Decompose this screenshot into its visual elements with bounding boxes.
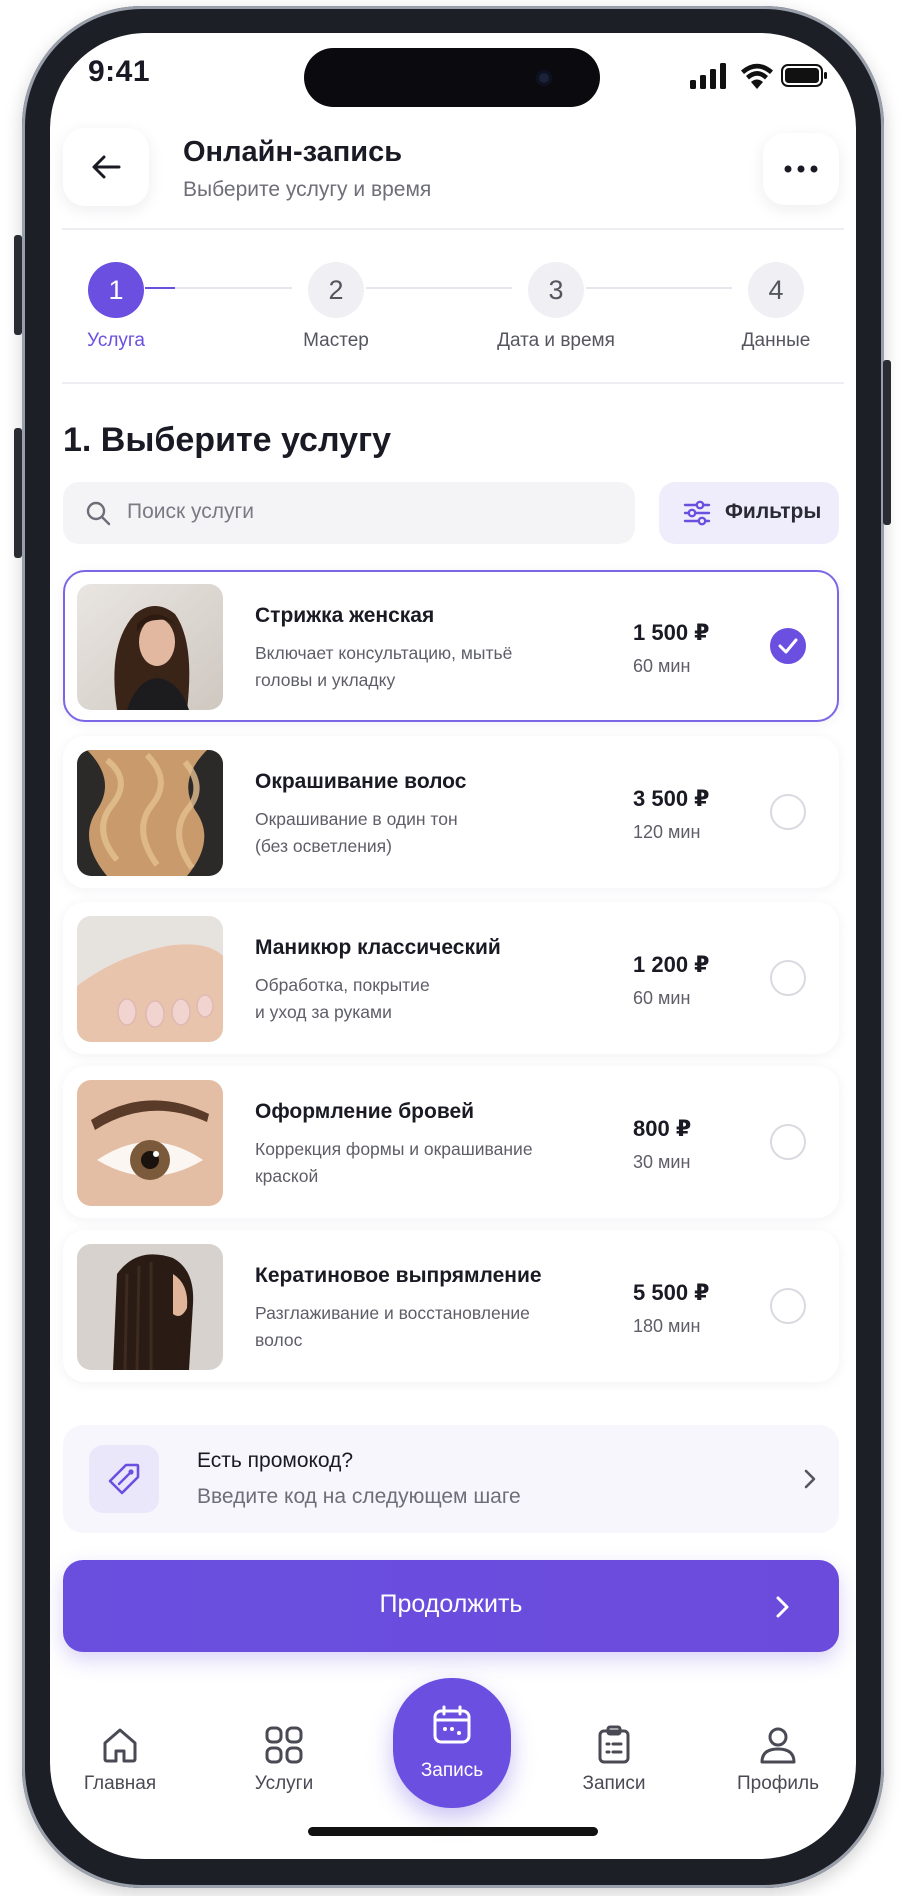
camera-icon [536,70,552,86]
service-name: Оформление бровей [255,1100,475,1123]
service-image-manicure [77,916,223,1042]
step-connector-1 [175,287,292,289]
sliders-icon [683,500,711,526]
tab-services[interactable]: Услуги [214,1713,354,1813]
step-2-label: Мастер [303,330,369,351]
search-input[interactable]: Поиск услуги [63,482,635,544]
service-price: 1 500 ₽ [633,620,710,645]
tab-home[interactable]: Главная [50,1713,190,1813]
promo-icon-box [89,1445,159,1513]
service-name: Маникюр классический [255,936,501,959]
status-time: 9:41 [88,55,151,88]
service-duration: 60 мин [633,988,691,1008]
service-description: Обработка, покрытие и уход за руками [255,975,430,1022]
calendar-icon [433,1705,471,1744]
wifi-icon [741,63,773,89]
service-duration: 120 мин [633,822,701,842]
arrow-left-icon [92,155,121,179]
step-1-label: Услуга [87,330,145,351]
tab-label: Профиль [736,1773,820,1794]
service-duration: 180 мин [633,1316,701,1336]
search-icon [86,501,111,526]
service-description: Разглаживание и восстановление волос [255,1303,530,1350]
chevron-right-icon [804,1469,816,1489]
phone-action-button [14,235,22,335]
cellular-signal-icon [690,63,726,89]
tab-label: Записи [582,1773,646,1794]
step-connector-2 [366,287,512,289]
service-image-brows [77,1080,223,1206]
service-name: Кератиновое выпрямление [255,1264,542,1287]
service-radio[interactable] [770,960,806,996]
tab-booking-active[interactable]: Запись [393,1678,511,1808]
search-placeholder: Поиск услуги [127,500,254,523]
home-icon [103,1728,137,1763]
service-price: 800 ₽ [633,1116,692,1141]
service-radio[interactable] [770,794,806,830]
check-icon [778,638,798,654]
step-4-label: Данные [741,330,811,351]
phone-volume-up-button [14,428,22,558]
service-duration: 60 мин [633,656,691,676]
tab-label: Услуги [254,1773,314,1794]
step-3-circle[interactable]: 3 [528,262,584,318]
page-title: Онлайн-запись [183,136,403,168]
stepper-divider [62,382,844,384]
user-icon [760,1727,796,1764]
service-card-keratin[interactable]: Кератиновое выпрямление Разглаживание и … [63,1230,839,1382]
service-card-manicure[interactable]: Маникюр классический Обработка, покрытие… [63,902,839,1054]
promo-subtitle: Введите код на следующем шаге [197,1485,521,1508]
service-price: 1 200 ₽ [633,952,710,977]
page-subtitle: Выберите услугу и время [183,178,432,201]
clipboard-icon [598,1725,630,1764]
step-3-label: Дата и время [497,330,615,351]
chevron-right-icon [776,1596,789,1618]
continue-label: Продолжить [379,1590,523,1618]
step-4-circle[interactable]: 4 [748,262,804,318]
service-price: 5 500 ₽ [633,1280,710,1305]
promo-code-row[interactable]: Есть промокод? Введите код на следующем … [63,1425,839,1533]
service-name: Окрашивание волос [255,770,467,793]
service-image-keratin [77,1244,223,1370]
service-radio[interactable] [770,1288,806,1324]
grid-icon [265,1726,303,1764]
back-button[interactable] [63,128,149,206]
service-card-coloring[interactable]: Окрашивание волос Окрашивание в один тон… [63,736,839,888]
service-duration: 30 мин [633,1152,691,1172]
service-description: Окрашивание в один тон (без осветления) [255,809,458,856]
service-card-haircut[interactable]: Стрижка женская Включает консультацию, м… [63,570,839,722]
step-1-circle[interactable]: 1 [88,262,144,318]
service-image-haircut [77,584,223,710]
header-divider [62,228,844,230]
filters-label: Фильтры [725,500,822,523]
app-screen: 9:41 Онлайн-запись Выберите услугу и вре… [50,33,856,1859]
continue-button[interactable]: Продолжить [63,1560,839,1652]
dynamic-island [304,48,600,107]
home-indicator [308,1827,598,1836]
service-radio[interactable] [770,1124,806,1160]
service-image-coloring [77,750,223,876]
promo-title: Есть промокод? [197,1449,354,1472]
service-price: 3 500 ₽ [633,786,710,811]
filters-button[interactable]: Фильтры [659,482,839,544]
service-name: Стрижка женская [255,604,435,627]
tab-label: Главная [83,1773,157,1794]
step-2-circle[interactable]: 2 [308,262,364,318]
more-button[interactable] [763,133,839,205]
service-radio-checked[interactable] [770,628,806,664]
service-description: Коррекция формы и окрашивание краской [255,1139,533,1186]
service-card-brows[interactable]: Оформление бровей Коррекция формы и окра… [63,1066,839,1218]
tag-icon [108,1463,140,1495]
tab-appointments[interactable]: Записи [544,1713,684,1813]
step-connector-1-active [145,287,175,289]
service-description: Включает консультацию, мытьё головы и укл… [255,643,513,690]
battery-icon [781,64,827,87]
tab-profile[interactable]: Профиль [708,1713,848,1813]
tab-label: Запись [420,1760,484,1781]
status-icons [690,63,827,89]
more-dots-icon [784,165,818,173]
section-title: 1. Выберите услугу [63,421,392,459]
step-connector-3 [586,287,732,289]
phone-power-button [883,360,891,525]
